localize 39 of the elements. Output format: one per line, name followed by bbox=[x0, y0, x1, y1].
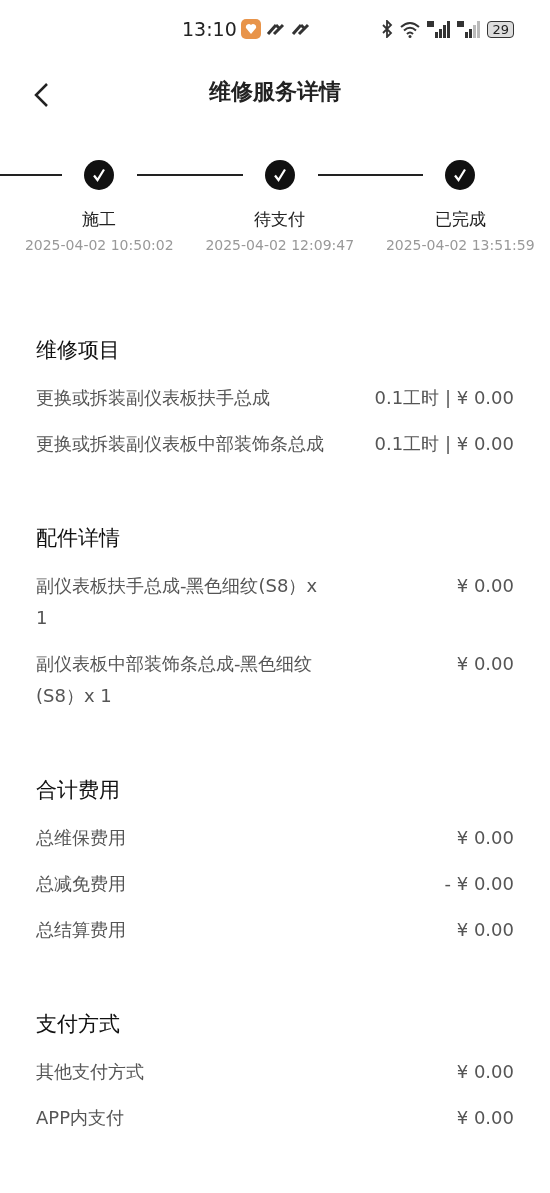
item-value: ¥ 0.00 bbox=[456, 1106, 514, 1130]
item-value: ¥ 0.00 bbox=[456, 652, 514, 676]
item-name: 副仪表板扶手总成-黑色细纹(S8）x 1 bbox=[36, 574, 319, 630]
item-value: ¥ 0.00 bbox=[456, 574, 514, 598]
item-name: 副仪表板中部装饰条总成-黑色细纹(S8）x 1 bbox=[36, 652, 314, 708]
item-name: 更换或拆装副仪表板扶手总成 bbox=[36, 386, 270, 410]
notification-icon bbox=[290, 22, 311, 36]
step-label: 待支付 bbox=[253, 208, 307, 231]
section-title: 配件详情 bbox=[36, 525, 121, 552]
step-time: 2025-04-02 10:50:02 bbox=[23, 237, 175, 253]
item-name: 更换或拆装副仪表板中部装饰条总成 bbox=[36, 432, 324, 456]
item-value: ¥ 0.00 bbox=[456, 1060, 514, 1084]
item-value: ¥ 0.00 bbox=[456, 826, 514, 850]
back-icon bbox=[32, 82, 50, 108]
page-title: 维修服务详情 bbox=[209, 78, 341, 106]
step-label: 已完成 bbox=[433, 208, 487, 231]
status-time: 13:10 bbox=[182, 18, 237, 40]
item-value: - ¥ 0.00 bbox=[444, 872, 514, 896]
notification-icon bbox=[265, 22, 286, 36]
item-name: 其他支付方式 bbox=[36, 1060, 144, 1084]
section-title: 合计费用 bbox=[36, 777, 121, 804]
signal-icon bbox=[427, 20, 452, 38]
section-title: 维修项目 bbox=[36, 337, 121, 364]
item-value: ¥ 0.00 bbox=[456, 918, 514, 942]
item-value: 0.1工时 | ¥ 0.00 bbox=[374, 386, 514, 410]
bluetooth-icon bbox=[381, 20, 394, 38]
item-value: 0.1工时 | ¥ 0.00 bbox=[374, 432, 514, 456]
item-name: 总减免费用 bbox=[36, 872, 126, 896]
step-time: 2025-04-02 12:09:47 bbox=[204, 237, 356, 253]
step-label: 施工 bbox=[81, 208, 118, 231]
signal-icon bbox=[457, 20, 482, 38]
section-title: 支付方式 bbox=[36, 1011, 121, 1038]
item-name: 总结算费用 bbox=[36, 918, 126, 942]
battery-level: 29 bbox=[487, 20, 514, 38]
wifi-icon bbox=[399, 20, 422, 38]
item-name: APP内支付 bbox=[36, 1106, 125, 1130]
item-name: 总维保费用 bbox=[36, 826, 126, 850]
step-time: 2025-04-02 13:51:59 bbox=[384, 237, 536, 253]
app-icon bbox=[240, 19, 261, 39]
